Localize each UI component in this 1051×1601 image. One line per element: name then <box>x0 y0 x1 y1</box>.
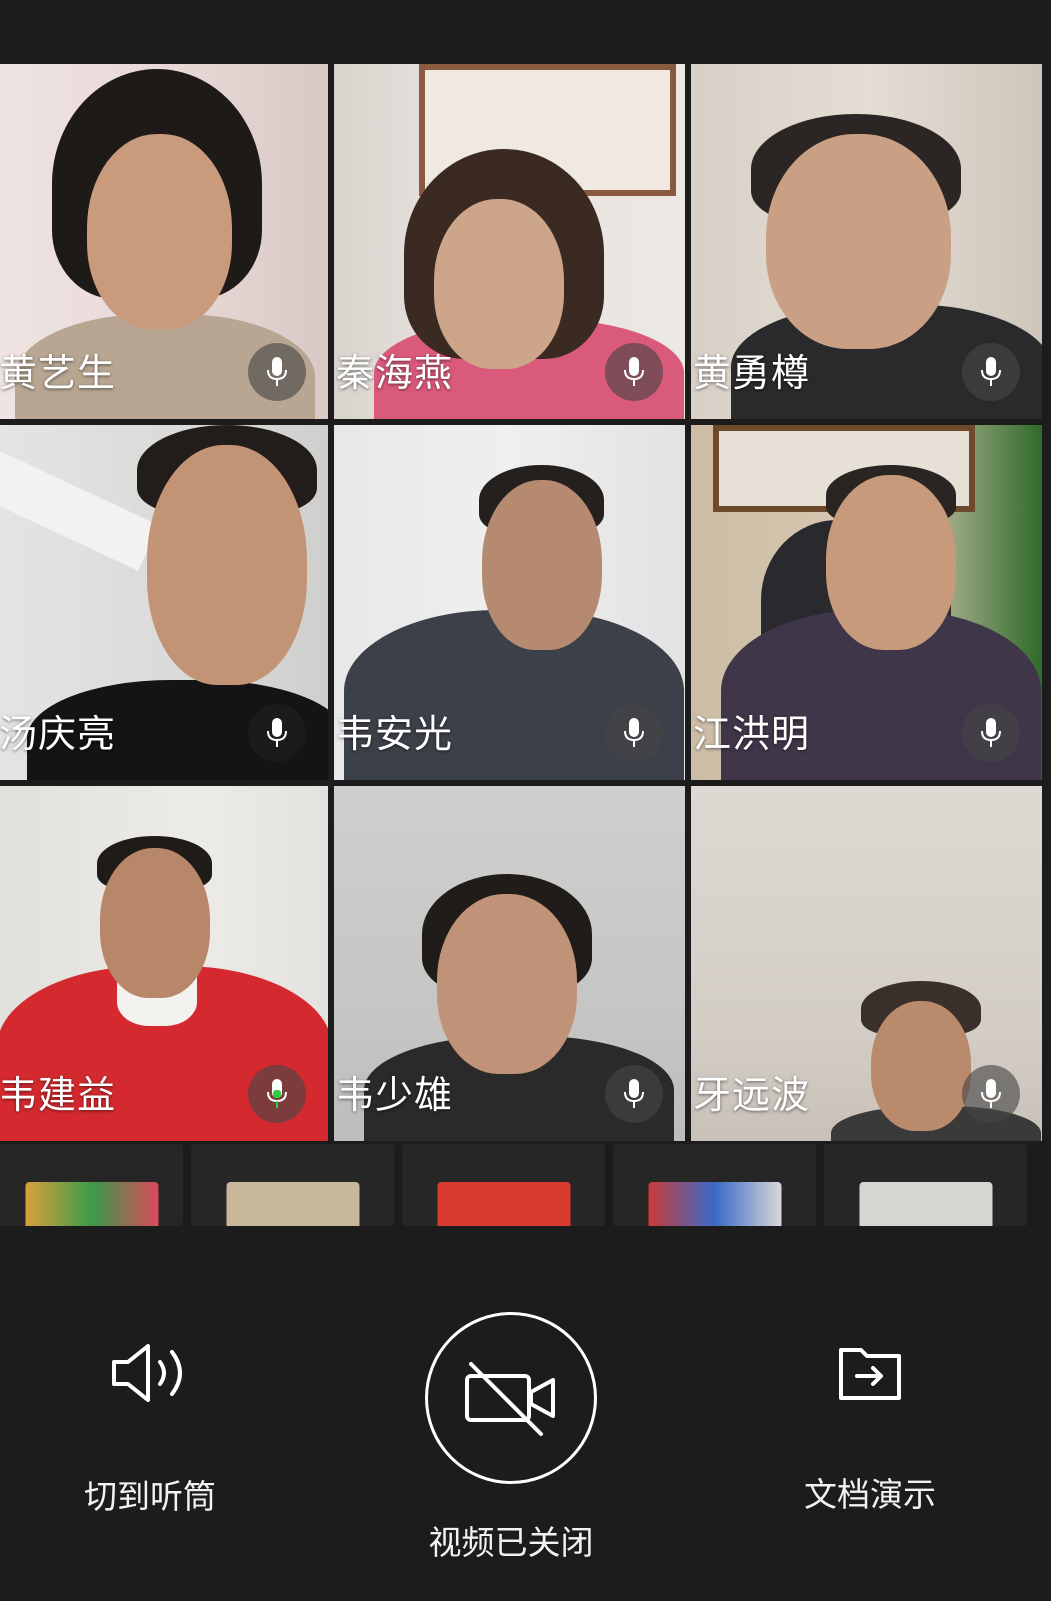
document-presentation-button[interactable]: 文档演示 <box>760 1334 980 1516</box>
participant-name: 韦安光 <box>336 712 454 756</box>
mic-button[interactable] <box>605 704 663 762</box>
thumbnail[interactable] <box>402 1144 605 1226</box>
participant-tile[interactable]: 江洪明 <box>691 425 1042 780</box>
mic-icon <box>981 1079 1001 1108</box>
thumbnail[interactable] <box>613 1144 816 1226</box>
mic-button[interactable] <box>605 1065 663 1123</box>
participant-name: 黄艺生 <box>0 351 117 395</box>
participant-name: 江洪明 <box>693 712 811 756</box>
thumbnail[interactable] <box>824 1144 1027 1226</box>
participant-thumbnail-strip[interactable] <box>0 1144 1051 1226</box>
video-toggle-circle[interactable] <box>425 1312 597 1484</box>
mic-button[interactable] <box>248 704 306 762</box>
speaker-icon <box>112 1344 182 1402</box>
participant-name: 韦建益 <box>0 1073 117 1117</box>
mic-button[interactable] <box>248 1065 306 1123</box>
avatar <box>226 1182 359 1226</box>
participant-tile[interactable]: 韦少雄 <box>334 786 685 1141</box>
mic-icon <box>267 1079 287 1108</box>
share-document-icon <box>839 1348 901 1400</box>
mic-icon <box>981 718 1001 747</box>
avatar <box>25 1182 158 1226</box>
avatar <box>648 1182 781 1226</box>
mic-button[interactable] <box>248 343 306 401</box>
participant-tile[interactable]: 汤庆亮 <box>0 425 328 780</box>
mic-icon <box>624 1079 644 1108</box>
participant-name: 韦少雄 <box>336 1073 454 1117</box>
avatar <box>437 1182 570 1226</box>
participant-name: 秦海燕 <box>336 351 454 395</box>
participant-tile[interactable]: 韦安光 <box>334 425 685 780</box>
mic-button[interactable] <box>605 343 663 401</box>
avatar <box>859 1182 992 1226</box>
participant-tile[interactable]: 牙远波 <box>691 786 1042 1141</box>
mic-button[interactable] <box>962 704 1020 762</box>
bottom-control-bar: 切到听筒 视频已关闭 文档演示 <box>0 1226 1051 1601</box>
mic-icon <box>624 357 644 386</box>
mic-icon <box>267 357 287 386</box>
video-label: 视频已关闭 <box>428 1523 594 1562</box>
video-toggle-button[interactable]: 视频已关闭 <box>396 1312 626 1564</box>
participant-grid: 黄艺生 秦海燕 黄勇樽 汤庆亮 韦安光 江洪明 韦建益 韦少雄 牙远波 <box>0 64 1048 1141</box>
mic-icon <box>624 718 644 747</box>
mic-icon <box>981 357 1001 386</box>
mic-icon <box>267 718 287 747</box>
participant-name: 牙远波 <box>693 1073 811 1117</box>
mic-button[interactable] <box>962 1065 1020 1123</box>
thumbnail[interactable] <box>0 1144 183 1226</box>
thumbnail[interactable] <box>191 1144 394 1226</box>
doc-label: 文档演示 <box>804 1475 936 1514</box>
mic-button[interactable] <box>962 343 1020 401</box>
participant-tile[interactable]: 黄勇樽 <box>691 64 1042 419</box>
video-off-icon <box>465 1362 555 1436</box>
speaker-label: 切到听筒 <box>84 1477 216 1516</box>
participant-name: 黄勇樽 <box>693 351 811 395</box>
participant-tile[interactable]: 韦建益 <box>0 786 328 1141</box>
participant-tile[interactable]: 秦海燕 <box>334 64 685 419</box>
switch-to-earpiece-button[interactable]: 切到听筒 <box>60 1334 240 1518</box>
top-bar <box>0 0 1051 64</box>
participant-tile[interactable]: 黄艺生 <box>0 64 328 419</box>
participant-name: 汤庆亮 <box>0 712 117 756</box>
